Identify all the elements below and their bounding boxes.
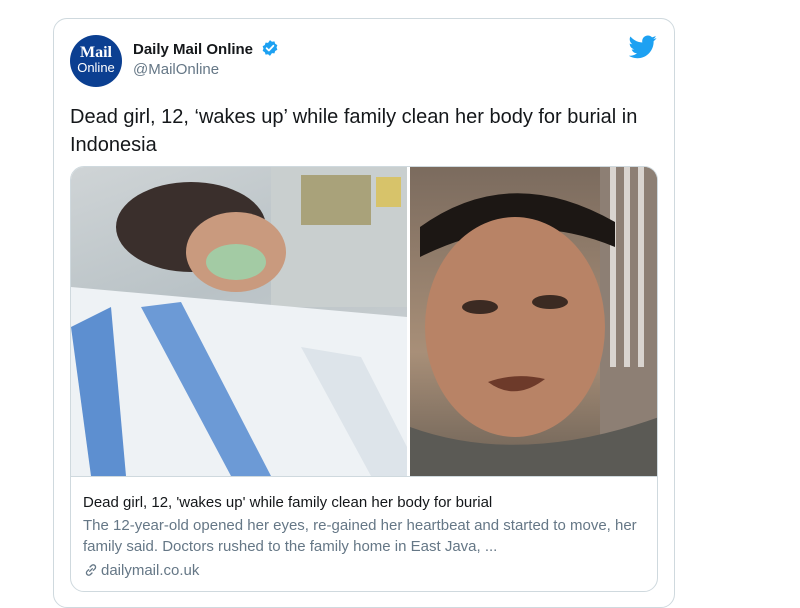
card-domain: dailymail.co.uk [101, 562, 200, 579]
account-name-row[interactable]: Daily Mail Online [133, 39, 279, 61]
card-text-area[interactable]: Dead girl, 12, 'wakes up' while family c… [71, 476, 657, 591]
avatar-logo-text-1: Mail [80, 44, 112, 61]
twitter-bird-icon[interactable] [628, 35, 657, 64]
avatar[interactable]: Mail Online [70, 35, 122, 87]
card-title: Dead girl, 12, 'wakes up' while family c… [83, 494, 493, 511]
card-media[interactable] [71, 167, 657, 476]
tweet-card[interactable]: Mail Online Daily Mail Online @MailOnlin… [53, 18, 675, 608]
avatar-logo-text-2: Online [77, 60, 115, 75]
verified-badge-icon [261, 39, 279, 61]
link-preview-card[interactable]: Dead girl, 12, 'wakes up' while family c… [70, 166, 658, 592]
hospital-patient-photo[interactable] [71, 167, 407, 476]
card-domain-row: dailymail.co.uk [83, 561, 647, 581]
account-name[interactable]: Daily Mail Online [133, 41, 253, 58]
account-handle[interactable]: @MailOnline [133, 61, 219, 78]
man-portrait-photo[interactable] [410, 167, 657, 476]
tweet-text: Dead girl, 12, ‘wakes up’ while family c… [70, 106, 638, 156]
card-description: The 12-year-old opened her eyes, re-gain… [83, 517, 637, 555]
link-icon [85, 564, 97, 576]
